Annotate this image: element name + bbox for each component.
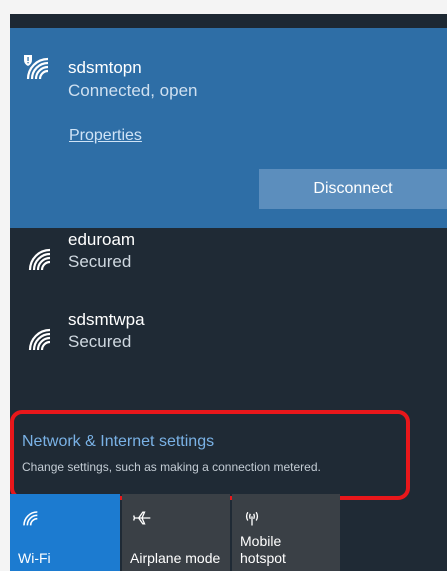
tile-label: Mobile hotspot (240, 533, 286, 566)
connected-status: Connected, open (68, 81, 198, 100)
tile-label: Airplane mode (130, 550, 221, 566)
network-ssid: eduroam (68, 230, 136, 249)
wifi-secured-icon (24, 55, 49, 80)
window-top-edge (0, 0, 447, 14)
connected-network[interactable]: sdsmtopn Connected, open Properties Disc… (10, 28, 447, 228)
wifi-toggle-tile[interactable]: Wi-Fi (10, 494, 120, 571)
network-item-eduroam[interactable]: eduroam Secured (10, 224, 447, 294)
airplane-mode-tile[interactable]: Airplane mode (122, 494, 230, 571)
connected-ssid: sdsmtopn (68, 58, 142, 77)
network-flyout: sdsmtopn Connected, open Properties Disc… (10, 14, 447, 571)
flyout-top-bar (10, 14, 447, 28)
window-left-edge (0, 0, 10, 571)
network-ssid: sdsmtwpa (68, 310, 145, 329)
network-status: Secured (68, 332, 132, 351)
settings-title: Network & Internet settings (22, 433, 215, 450)
settings-subtitle: Change settings, such as making a connec… (22, 460, 321, 474)
hotspot-icon (245, 511, 259, 526)
network-item-sdsmtwpa[interactable]: sdsmtwpa Secured (10, 304, 447, 374)
airplane-icon (133, 511, 151, 525)
mobile-hotspot-tile[interactable]: Mobile hotspot (232, 494, 340, 571)
tile-label: Wi-Fi (18, 550, 51, 566)
network-settings-link[interactable]: Network & Internet settings Change setti… (10, 406, 447, 496)
wifi-icon (28, 328, 51, 351)
properties-link[interactable]: Properties (69, 127, 142, 145)
disconnect-button[interactable]: Disconnect (259, 169, 447, 209)
wifi-icon (28, 248, 51, 271)
network-status: Secured (68, 252, 132, 271)
wifi-icon (23, 511, 38, 526)
